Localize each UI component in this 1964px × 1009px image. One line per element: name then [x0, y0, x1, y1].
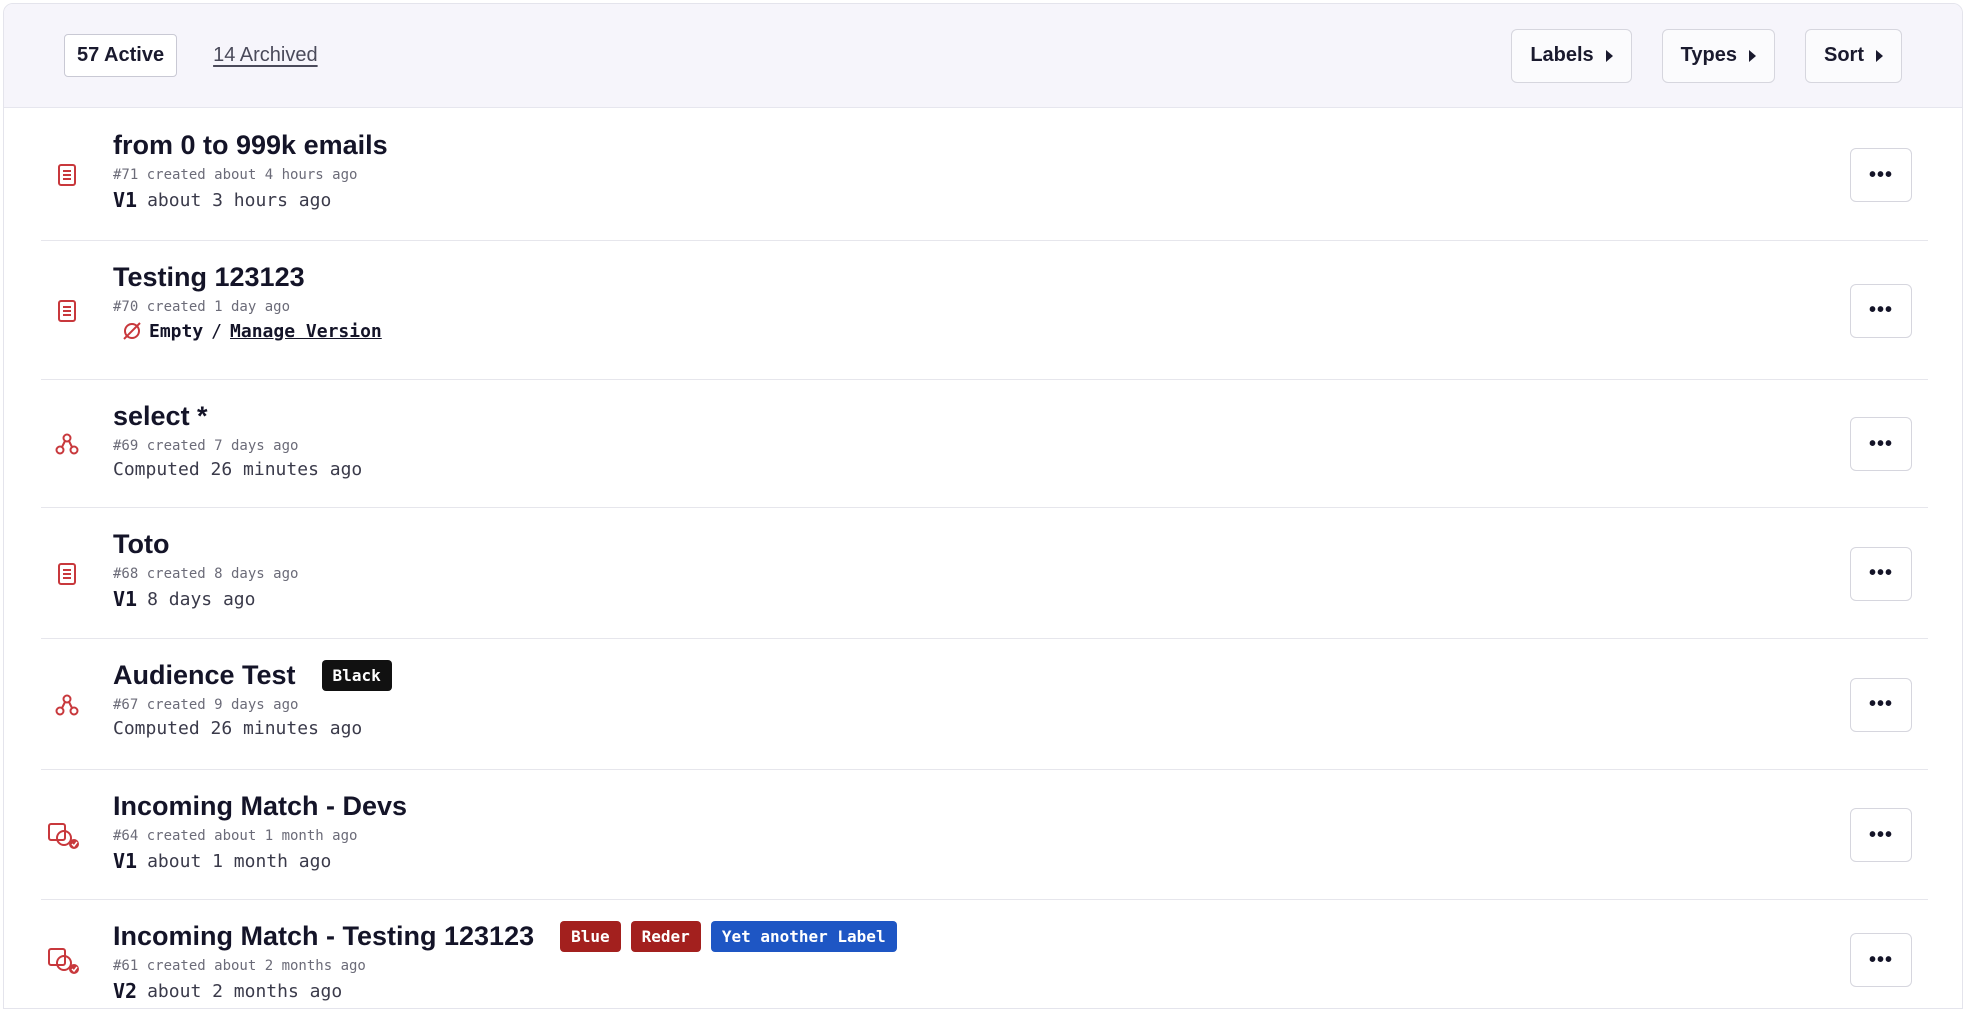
caret-right-icon — [1749, 49, 1756, 62]
match-icon — [47, 946, 79, 974]
row-version: V1 about 3 hours ago — [113, 188, 388, 212]
list-row[interactable]: select * #69 created 7 days ago Computed 2… — [41, 380, 1928, 508]
version-text: about 2 months ago — [147, 980, 343, 1002]
list-row[interactable]: from 0 to 999k emails #71 created about 4… — [41, 109, 1928, 241]
more-options-button[interactable]: ••• — [1850, 283, 1912, 338]
row-body: Incoming Match - Devs #64 created about 1… — [113, 791, 407, 873]
row-body: select * #69 created 7 days ago Computed 2… — [113, 401, 362, 480]
row-title-line: from 0 to 999k emails — [113, 130, 388, 161]
more-options-button[interactable]: ••• — [1850, 933, 1912, 987]
label-badges: Black — [321, 660, 392, 691]
sort-button-label: Sort — [1824, 44, 1864, 66]
types-button-label: Types — [1680, 44, 1737, 66]
label-badge: Blue — [560, 921, 621, 952]
row-meta: #64 created about 1 month ago — [113, 828, 358, 844]
row-title-line: Audience Test Black — [113, 660, 392, 691]
label-badge: Yet another Label — [710, 921, 897, 952]
row-meta: #68 created 8 days ago — [113, 566, 299, 582]
active-filter-tab[interactable]: 57 Active — [64, 34, 178, 77]
more-options-button[interactable]: ••• — [1850, 546, 1912, 601]
row-body: Toto #68 created 8 days ago V1 8 days ago — [113, 529, 298, 611]
manage-version-link[interactable]: Manage Version — [230, 321, 382, 342]
row-meta: #71 created about 4 hours ago — [113, 167, 358, 183]
row-meta: #69 created 7 days ago — [113, 438, 299, 454]
row-title-line: Toto — [113, 529, 298, 560]
graph-nodes-icon — [53, 691, 81, 719]
item-list: from 0 to 999k emails #71 created about 4… — [41, 109, 1928, 1008]
document-icon — [53, 297, 81, 325]
version-text: Computed 26 minutes ago — [113, 459, 363, 480]
list-row[interactable]: Incoming Match - Devs #64 created about 1… — [41, 770, 1928, 900]
row-title[interactable]: Incoming Match - Devs — [113, 791, 407, 822]
sort-button[interactable]: Sort — [1805, 28, 1902, 83]
row-title-line: select * — [113, 401, 362, 432]
document-icon — [53, 161, 81, 189]
version-text: about 3 hours ago — [147, 189, 332, 211]
row-version: Computed 26 minutes ago — [113, 459, 362, 480]
separator: / — [211, 320, 223, 342]
version-text: about 1 month ago — [147, 850, 332, 872]
list-row[interactable]: Testing 123123 #70 created 1 day ago Empty… — [41, 241, 1928, 380]
types-button[interactable]: Types — [1661, 28, 1775, 83]
row-title-line: Incoming Match - Testing 123123 Blue Reder… — [113, 921, 897, 952]
labels-button-label: Labels — [1530, 44, 1594, 66]
row-version: Empty / Manage Version — [113, 320, 382, 342]
version-text: Computed 26 minutes ago — [113, 718, 363, 739]
row-title[interactable]: Incoming Match - Testing 123123 — [113, 921, 534, 952]
row-title[interactable]: Audience Test — [113, 660, 296, 691]
label-badge: Reder — [630, 921, 701, 952]
archived-filter-tab[interactable]: 14 Archived — [213, 44, 318, 67]
version-tag: V1 — [113, 587, 138, 611]
row-title[interactable]: Testing 123123 — [113, 262, 305, 293]
list-row[interactable]: Toto #68 created 8 days ago V1 8 days ago ••… — [41, 508, 1928, 639]
row-body: from 0 to 999k emails #71 created about 4… — [113, 130, 388, 212]
row-meta: #67 created 9 days ago — [113, 697, 299, 713]
row-title[interactable]: select * — [113, 401, 208, 432]
row-title[interactable]: from 0 to 999k emails — [113, 130, 388, 161]
row-body: Audience Test Black #67 created 9 days ago… — [113, 660, 392, 739]
list-row[interactable]: Incoming Match - Testing 123123 Blue Reder… — [41, 900, 1928, 1008]
version-text: 8 days ago — [147, 588, 256, 610]
version-tag: V1 — [113, 188, 138, 212]
list-row[interactable]: Audience Test Black #67 created 9 days ago… — [41, 639, 1928, 770]
document-icon — [53, 560, 81, 588]
row-version: V2 about 2 months ago — [113, 979, 897, 1003]
more-options-button[interactable]: ••• — [1850, 148, 1912, 202]
version-tag: V2 — [113, 979, 138, 1003]
row-version: V1 about 1 month ago — [113, 849, 407, 873]
label-badge: Black — [321, 660, 392, 691]
app-frame: 57 Active 14 Archived Labels Types Sort … — [3, 3, 1963, 1009]
more-options-button[interactable]: ••• — [1850, 808, 1912, 862]
row-version: V1 8 days ago — [113, 587, 298, 611]
row-version: Computed 26 minutes ago — [113, 718, 392, 739]
row-title[interactable]: Toto — [113, 529, 169, 560]
caret-right-icon — [1876, 49, 1883, 62]
more-options-button[interactable]: ••• — [1850, 417, 1912, 471]
caret-right-icon — [1605, 49, 1613, 62]
more-options-button[interactable]: ••• — [1850, 677, 1912, 732]
row-title-line: Incoming Match - Devs — [113, 791, 407, 822]
match-icon — [47, 821, 79, 849]
label-badges: Blue Reder Yet another Label — [560, 921, 897, 952]
row-body: Incoming Match - Testing 123123 Blue Reder… — [113, 921, 897, 1003]
empty-set-icon — [121, 320, 143, 342]
row-body: Testing 123123 #70 created 1 day ago Empty… — [113, 262, 382, 342]
row-meta: #70 created 1 day ago — [113, 299, 291, 315]
version-tag: V1 — [113, 849, 138, 873]
empty-label: Empty — [149, 320, 204, 342]
row-title-line: Testing 123123 — [113, 262, 382, 293]
graph-nodes-icon — [53, 430, 81, 458]
list-toolbar: 57 Active 14 Archived Labels Types Sort — [4, 4, 1962, 108]
row-meta: #61 created about 2 months ago — [113, 958, 366, 974]
labels-button[interactable]: Labels — [1511, 28, 1632, 83]
